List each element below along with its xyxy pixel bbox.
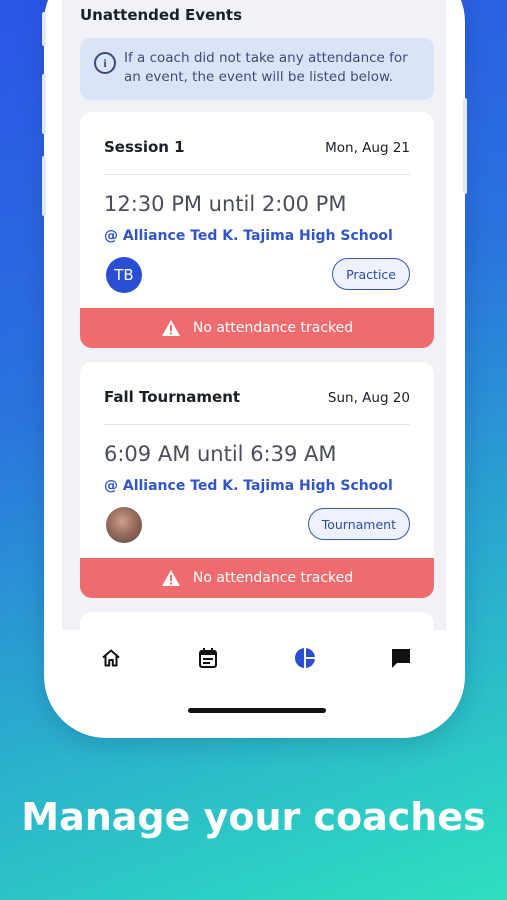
home-indicator[interactable] (188, 708, 326, 713)
event-title: Session 1 (104, 138, 185, 156)
app-screen: Unattended Events i If a coach did not t… (62, 0, 446, 630)
phone-volume-up (42, 74, 46, 134)
section-title: Unattended Events (80, 6, 243, 24)
event-title: Fall Tournament (104, 388, 241, 406)
coach-avatar[interactable]: TB (106, 257, 142, 293)
phone-power-button (463, 98, 467, 194)
phone-volume-down (42, 156, 46, 216)
info-text: If a coach did not take any attendance f… (124, 50, 408, 85)
event-type-tag: Practice (332, 258, 410, 290)
event-card[interactable]: Session 1 Mon, Aug 21 12:30 PM until 2:0… (80, 112, 434, 348)
nav-home[interactable] (97, 644, 125, 672)
event-time: 12:30 PM until 2:00 PM (104, 192, 347, 216)
divider (104, 174, 410, 175)
alert-text: No attendance tracked (192, 320, 354, 336)
alert-text: No attendance tracked (192, 570, 354, 586)
nav-messages[interactable] (387, 644, 415, 672)
phone-side-button (42, 12, 46, 46)
nav-calendar[interactable] (194, 644, 222, 672)
event-time: 6:09 AM until 6:39 AM (104, 442, 337, 466)
coach-avatar-photo[interactable] (106, 507, 142, 543)
no-attendance-alert: No attendance tracked (80, 308, 434, 348)
calendar-icon (199, 648, 217, 668)
event-card-partial[interactable] (80, 612, 434, 630)
bottom-nav (62, 630, 446, 686)
event-location-link[interactable]: @ Alliance Ted K. Tajima High School (104, 478, 393, 494)
home-icon (102, 649, 120, 667)
pie-chart-icon (295, 648, 315, 668)
info-banner: i If a coach did not take any attendance… (80, 38, 434, 100)
event-type-tag: Tournament (307, 508, 410, 540)
no-attendance-alert: No attendance tracked (80, 558, 434, 598)
warning-icon (161, 570, 180, 586)
event-date: Sun, Aug 20 (327, 390, 410, 406)
event-location-link[interactable]: @ Alliance Ted K. Tajima High School (104, 228, 393, 244)
nav-reports[interactable] (291, 644, 319, 672)
chat-icon (392, 649, 410, 668)
event-date: Mon, Aug 21 (325, 140, 410, 156)
divider (104, 424, 410, 425)
info-icon: i (94, 52, 116, 74)
promo-headline: Manage your coaches (21, 795, 486, 839)
warning-icon (161, 320, 180, 336)
event-card[interactable]: Fall Tournament Sun, Aug 20 6:09 AM unti… (80, 362, 434, 598)
